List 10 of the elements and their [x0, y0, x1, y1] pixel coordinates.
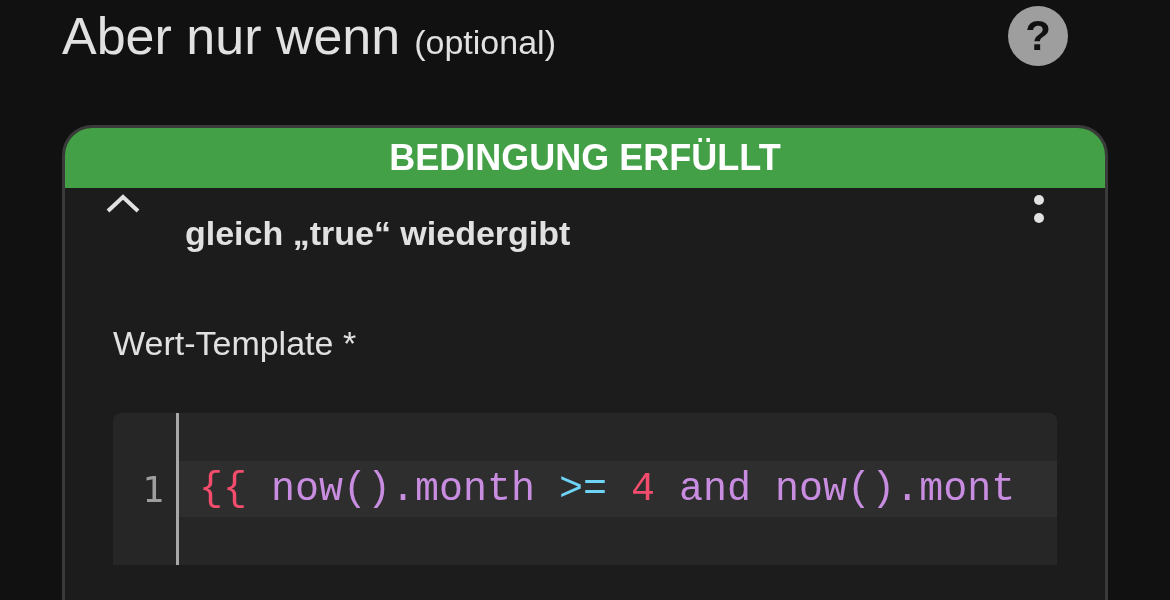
code-editor[interactable]: 1 {{ now().month >= 4 and now().mont [113, 413, 1057, 565]
condition-title: gleich „true“ wiedergibt [185, 214, 571, 253]
help-button[interactable]: ? [1008, 6, 1068, 66]
line-number: 1 [141, 468, 165, 510]
field-label: Wert-Template * [113, 324, 358, 363]
collapse-chevron-icon[interactable] [105, 192, 141, 214]
optional-note: (optional) [414, 23, 556, 62]
section-title: Aber nur wenn [62, 6, 401, 66]
more-menu-icon[interactable] [1033, 194, 1045, 224]
status-banner: BEDINGUNG ERFÜLLT [65, 128, 1105, 188]
